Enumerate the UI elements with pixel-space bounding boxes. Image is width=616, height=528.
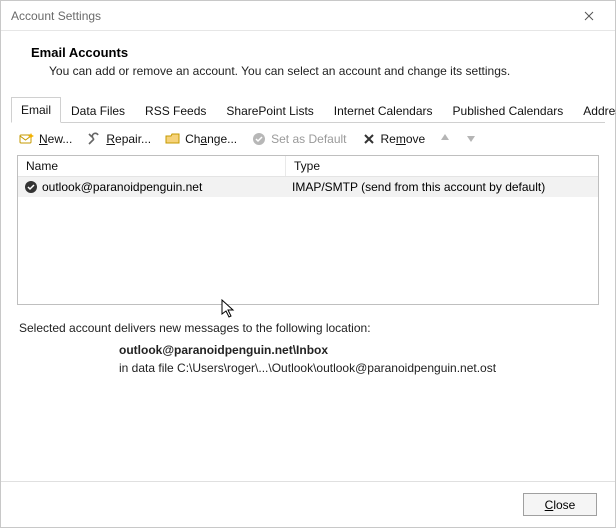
close-button[interactable]: Close [523, 493, 597, 516]
tools-icon [86, 131, 102, 147]
tab-published-calendars[interactable]: Published Calendars [443, 98, 574, 123]
tabstrip: Email Data Files RSS Feeds SharePoint Li… [11, 96, 605, 123]
tab-data-files[interactable]: Data Files [61, 98, 135, 123]
delivery-info: Selected account delivers new messages t… [1, 305, 615, 375]
remove-button[interactable]: Remove [359, 130, 428, 148]
titlebar: Account Settings [1, 1, 615, 31]
check-circle-icon [251, 131, 267, 147]
tab-address-books[interactable]: Address Books [573, 98, 616, 123]
delivery-text: Selected account delivers new messages t… [19, 321, 603, 335]
folder-gear-icon [165, 131, 181, 147]
repair-button[interactable]: Repair... [84, 130, 153, 148]
column-name[interactable]: Name [18, 156, 286, 176]
toolbar: New... Repair... Change... [11, 123, 605, 155]
account-type: IMAP/SMTP (send from this account by def… [286, 177, 598, 197]
move-down-icon [463, 131, 479, 147]
tab-internet-calendars[interactable]: Internet Calendars [324, 98, 443, 123]
tab-rss-feeds[interactable]: RSS Feeds [135, 98, 216, 123]
delivery-path: in data file C:\Users\roger\...\Outlook\… [19, 357, 603, 375]
header: Email Accounts You can add or remove an … [1, 31, 615, 88]
list-header: Name Type [18, 156, 598, 177]
x-icon [361, 131, 377, 147]
header-title: Email Accounts [31, 45, 609, 60]
close-icon[interactable] [569, 2, 609, 30]
tab-email[interactable]: Email [11, 97, 61, 123]
table-row[interactable]: outlook@paranoidpenguin.net IMAP/SMTP (s… [18, 177, 598, 197]
envelope-sparkle-icon [19, 131, 35, 147]
account-settings-window: Account Settings Email Accounts You can … [0, 0, 616, 528]
tab-sharepoint-lists[interactable]: SharePoint Lists [216, 98, 323, 123]
delivery-location: outlook@paranoidpenguin.net\Inbox [19, 335, 603, 357]
default-account-check-icon [24, 180, 38, 194]
accounts-list[interactable]: Name Type outlook@paranoidpenguin.net IM… [17, 155, 599, 305]
header-subtitle: You can add or remove an account. You ca… [31, 60, 609, 78]
move-up-icon [437, 131, 453, 147]
column-type[interactable]: Type [286, 156, 598, 176]
footer: Close [1, 481, 615, 527]
set-default-button: Set as Default [249, 130, 348, 148]
account-name: outlook@paranoidpenguin.net [42, 180, 202, 194]
new-button[interactable]: New... [17, 130, 74, 148]
change-button[interactable]: Change... [163, 130, 239, 148]
window-title: Account Settings [11, 9, 569, 23]
